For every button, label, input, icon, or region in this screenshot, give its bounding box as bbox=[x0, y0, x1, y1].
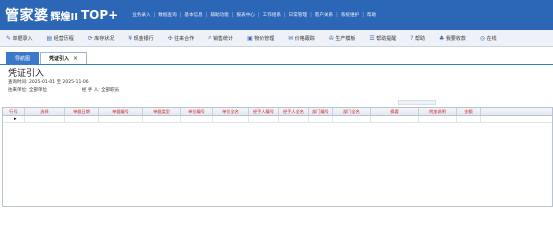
document-icon: ✎ bbox=[6, 34, 12, 42]
app-logo-sub: 辉煌II bbox=[50, 11, 78, 23]
toolbar-help[interactable]: ? 帮助 bbox=[410, 35, 425, 42]
unit-value: 全部单位 bbox=[28, 88, 47, 93]
handshake-icon: ✣ bbox=[167, 34, 173, 42]
toolbar-business-history[interactable]: ▤ 经营历程 bbox=[47, 35, 74, 42]
col-unit-name[interactable]: 单位全名 bbox=[213, 108, 249, 115]
menu-system-maintenance[interactable]: 系统维护 bbox=[341, 12, 359, 18]
col-dept-name[interactable]: 部门全名 bbox=[333, 108, 371, 115]
tab-voucher-import[interactable]: 凭证引入 × bbox=[40, 52, 88, 64]
grid-header: 行号 选择 单据日期 单据编号 单据类型 单位编号 单位全名 经手人编号 经手人… bbox=[3, 108, 552, 116]
date-to-value: 2025-11-06 bbox=[62, 80, 89, 85]
table-row[interactable]: ▸ bbox=[3, 116, 552, 123]
handler-value: 全部职员 bbox=[101, 88, 120, 93]
toolbar-price-management[interactable]: ▣ 物价管理 bbox=[247, 35, 274, 42]
toolbar-inventory-status[interactable]: ⟳ 库存状况 bbox=[88, 35, 115, 42]
mail-icon: ✉ bbox=[288, 34, 294, 42]
toolbar-online[interactable]: ◎ 在线 bbox=[480, 35, 497, 42]
menu-help[interactable]: 帮助 bbox=[367, 12, 376, 18]
toolbar-production-template[interactable]: ✇ 生产模板 bbox=[329, 35, 356, 42]
col-handler-code[interactable]: 经手人编号 bbox=[249, 108, 279, 115]
current-row-marker: ▸ bbox=[3, 116, 25, 122]
top-menu: 业务录入 | 数据查询 | 基本信息 | 辅助功能 | 报表中心 | 工作组系 | 日常管理… bbox=[132, 12, 377, 18]
col-doc-number[interactable]: 单据编号 bbox=[99, 108, 143, 115]
main-toolbar: ✎ 单据录入 ▤ 经营历程 ⟳ 库存状况 ¥ 现金银行 ✣ 往来合作 ⌕ 销售统计 ▣ 物价管… bbox=[0, 30, 553, 47]
tab-strip: 导航图 凭证引入 × bbox=[0, 52, 88, 64]
col-unit-code[interactable]: 单位编号 bbox=[181, 108, 213, 115]
query-date-range: 查询时间: 2025-01-01 至 2025-11-06 bbox=[8, 80, 89, 85]
menu-customer-relations[interactable]: 客户关系 bbox=[315, 12, 333, 18]
toolbar-help-reminder[interactable]: ☰ 帮助提醒 bbox=[369, 35, 396, 42]
col-doc-type[interactable]: 单据类型 bbox=[143, 108, 181, 115]
search-icon: ⌕ bbox=[208, 34, 212, 41]
toolbar-collect-payment[interactable]: ♣ 我要收款 bbox=[439, 35, 466, 42]
wrench-icon: ✇ bbox=[328, 34, 334, 42]
col-summary[interactable]: 摘要 bbox=[371, 108, 419, 115]
notes-icon: ☰ bbox=[369, 34, 375, 42]
filter-unit-handler: 往来单位: 全部单位 经 手 人: 全部职员 bbox=[8, 88, 120, 93]
menu-aux-functions[interactable]: 辅助功能 bbox=[210, 12, 228, 18]
toolbar-cash-bank[interactable]: ¥ 现金银行 bbox=[128, 35, 153, 42]
question-icon: ? bbox=[410, 34, 414, 42]
close-icon[interactable]: × bbox=[73, 55, 78, 62]
menu-daily-management[interactable]: 日常管理 bbox=[289, 12, 307, 18]
menu-workgroup[interactable]: 工作组系 bbox=[263, 12, 281, 18]
app-title-bar: 管家婆 辉煌II TOP+ 业务录入 | 数据查询 | 基本信息 | 辅助功能 | 报表… bbox=[0, 0, 553, 30]
toolbar-partners[interactable]: ✣ 往来合作 bbox=[168, 35, 195, 42]
tab-navigation-map[interactable]: 导航图 bbox=[6, 52, 40, 64]
toolbar-price-tracking[interactable]: ✉ 价格跟踪 bbox=[288, 35, 315, 42]
box-icon: ▣ bbox=[247, 34, 253, 42]
toolbar-document-entry[interactable]: ✎ 单据录入 bbox=[6, 35, 33, 42]
menu-report-center[interactable]: 报表中心 bbox=[237, 12, 255, 18]
col-amount[interactable]: 金额 bbox=[457, 108, 481, 115]
users-icon: ♣ bbox=[438, 34, 445, 42]
date-from-value: 2025-01-01 bbox=[28, 80, 56, 85]
globe-icon: ◎ bbox=[479, 34, 486, 42]
voucher-grid: 行号 选择 单据日期 单据编号 单据类型 单位编号 单位全名 经手人编号 经手人… bbox=[2, 107, 553, 207]
col-handler-name[interactable]: 经手人全名 bbox=[279, 108, 309, 115]
menu-basic-info[interactable]: 基本信息 bbox=[184, 12, 202, 18]
col-row-number[interactable]: 行号 bbox=[3, 108, 25, 115]
menu-business-entry[interactable]: 业务录入 bbox=[132, 12, 150, 18]
app-edition: TOP+ bbox=[80, 8, 119, 22]
tab-divider bbox=[0, 64, 553, 65]
toolbar-sales-stats[interactable]: ⌕ 销售统计 bbox=[208, 34, 233, 42]
column-scroll-indicator[interactable] bbox=[398, 100, 436, 105]
page-title: 凭证引入 bbox=[8, 69, 45, 79]
col-doc-date[interactable]: 单据日期 bbox=[65, 108, 99, 115]
chart-icon: ▤ bbox=[46, 34, 53, 42]
money-icon: ¥ bbox=[128, 34, 133, 42]
menu-data-query[interactable]: 数据查询 bbox=[158, 12, 176, 18]
refresh-icon: ⟳ bbox=[87, 34, 93, 42]
col-dept-code[interactable]: 部门编号 bbox=[309, 108, 333, 115]
col-notes[interactable]: 附加说明 bbox=[419, 108, 457, 115]
app-logo: 管家婆 bbox=[5, 8, 49, 24]
col-select[interactable]: 选择 bbox=[25, 108, 65, 115]
